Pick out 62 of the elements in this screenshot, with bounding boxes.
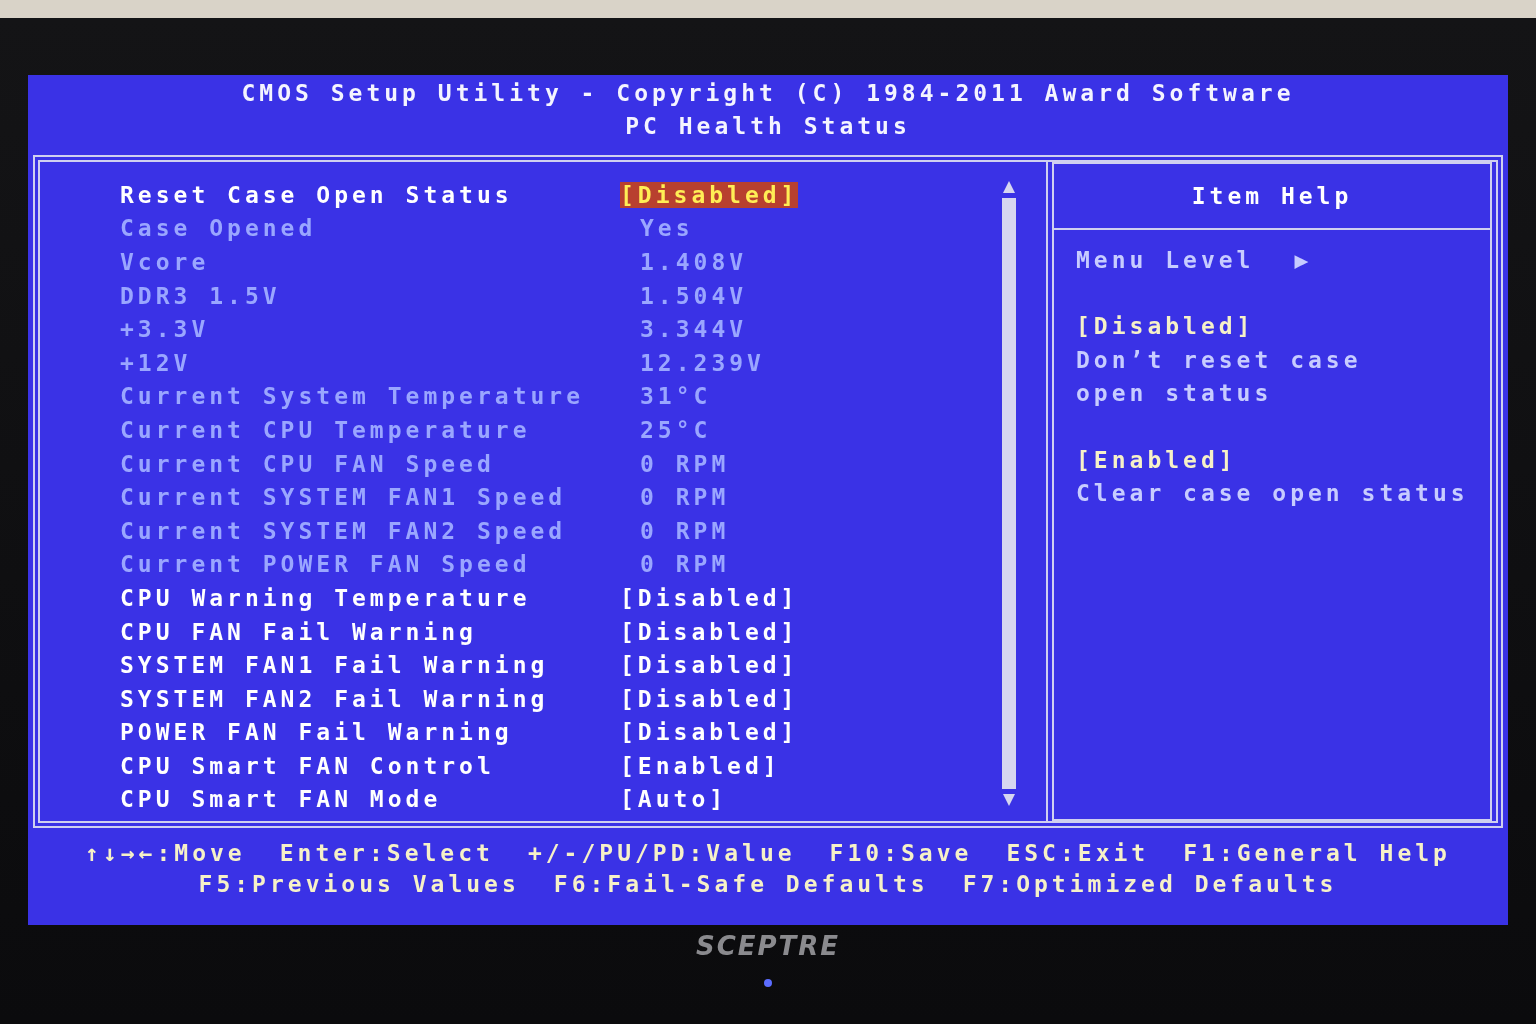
setting-value[interactable]: [Enabled] <box>620 752 781 779</box>
setting-label: CPU Smart FAN Mode <box>120 786 443 813</box>
reading-value: 0 RPM <box>640 484 730 511</box>
setting-label: CPU Smart FAN Control <box>120 752 496 779</box>
setting-label: Vcore <box>120 249 211 275</box>
reading-value: 31°C <box>640 383 712 410</box>
help-option: [Enabled] <box>1076 443 1490 478</box>
page-title: PC Health Status <box>625 112 911 141</box>
setting-label: +3.3V <box>120 316 211 343</box>
reading-value: 3.344V <box>640 316 748 343</box>
scrollbar-track[interactable] <box>1002 198 1016 789</box>
reading-value: 1.504V <box>640 282 748 309</box>
setting-value[interactable]: [Disabled] <box>620 719 799 746</box>
setting-label: CPU Warning Temperature <box>120 584 532 611</box>
key-hint: Enter:Select <box>279 839 494 868</box>
setting-value[interactable]: [Disabled] <box>620 652 799 679</box>
help-text: open status <box>1076 379 1274 409</box>
window-title: CMOS Setup Utility - Copyright (C) 1984-2011 Award Software <box>241 79 1295 108</box>
setting-value[interactable]: [Disabled] <box>620 181 799 208</box>
setting-label: POWER FAN Fail Warning <box>120 719 514 746</box>
setting-label: Current POWER FAN Speed <box>120 551 532 578</box>
key-hint: F5:Previous Values <box>198 870 520 899</box>
setting-label: +12V <box>120 349 193 376</box>
setting-value[interactable]: [Disabled] <box>620 584 799 611</box>
setting-label: Current CPU Temperature <box>120 416 532 443</box>
key-hint: +/-/PU/PD:Value <box>527 839 796 868</box>
setting-label: Reset Case Open Status <box>120 181 514 208</box>
key-hint: F1:General Help <box>1183 839 1451 868</box>
setting-label: Current System Temperature <box>120 383 586 410</box>
setting-label: Current CPU FAN Speed <box>120 450 496 477</box>
reading-value: 1.408V <box>640 249 748 275</box>
setting-value[interactable]: [Auto] <box>620 786 728 813</box>
reading-value: 0 RPM <box>640 450 730 477</box>
key-hint: ESC:Exit <box>1006 839 1150 868</box>
menu-level-marker: ▶ <box>1294 246 1313 275</box>
key-hint: F6:Fail-Safe Defaults <box>553 870 929 899</box>
help-text: Clear case open status <box>1076 479 1470 509</box>
scroll-down-icon[interactable] <box>1002 793 1016 807</box>
key-hint: F10:Save <box>829 839 973 868</box>
setting-label: Current SYSTEM FAN1 Speed <box>120 484 568 511</box>
menu-level-label: Menu Level <box>1076 246 1255 275</box>
reading-value: 0 RPM <box>640 517 730 544</box>
reading-value: 12.239V <box>640 349 765 376</box>
monitor-logo: SCEPTRE <box>695 931 841 961</box>
setting-label: SYSTEM FAN2 Fail Warning <box>120 685 550 712</box>
setting-label: SYSTEM FAN1 Fail Warning <box>120 652 550 679</box>
key-hint: ↑↓→←:Move <box>85 839 246 868</box>
reading-value: 0 RPM <box>640 551 730 578</box>
help-title: Item Help <box>1054 164 1490 230</box>
help-option: [Disabled] <box>1076 310 1490 344</box>
key-hint: F7:Optimized Defaults <box>962 870 1338 899</box>
help-text: Don’t reset case <box>1076 345 1363 375</box>
reading-value: Yes <box>640 215 694 242</box>
scroll-up-icon[interactable] <box>1002 180 1016 194</box>
setting-label: Current SYSTEM FAN2 Speed <box>120 517 568 544</box>
setting-label: CPU FAN Fail Warning <box>120 618 478 645</box>
reading-value: 25°C <box>640 416 712 443</box>
setting-value[interactable]: [Disabled] <box>620 618 799 645</box>
setting-label: Case Opened <box>120 215 318 242</box>
power-led <box>764 979 772 987</box>
setting-value[interactable]: [Disabled] <box>620 685 799 712</box>
setting-label: DDR3 1.5V <box>120 282 282 309</box>
